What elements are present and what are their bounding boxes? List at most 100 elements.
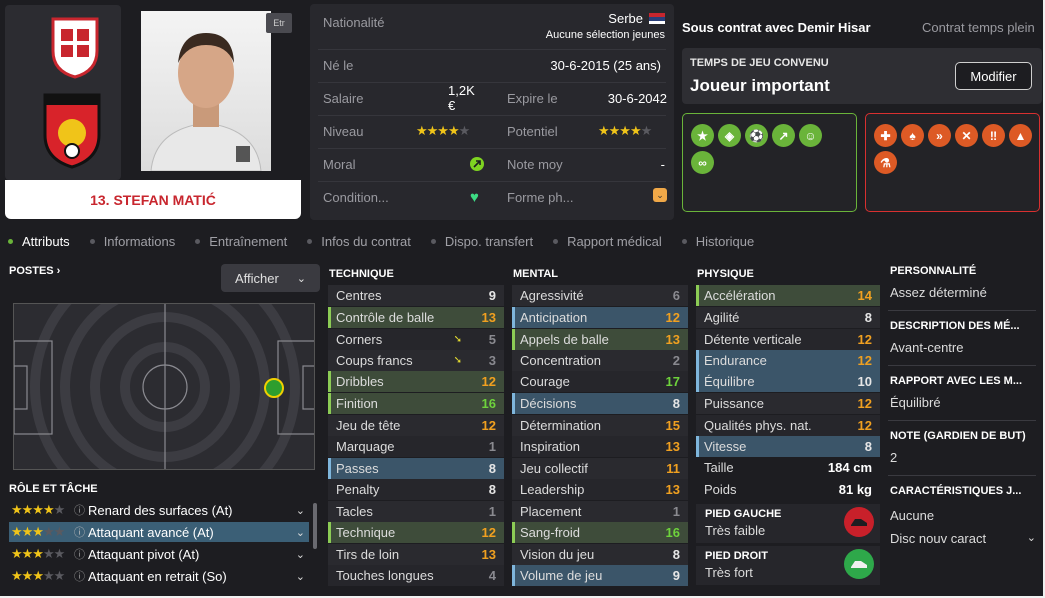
positions-heading[interactable]: POSTES › <box>9 265 60 277</box>
attr-row[interactable]: Qualités phys. nat. 12 <box>696 415 880 436</box>
star-trait-icon[interactable]: ★ <box>691 124 714 147</box>
description-heading: DESCRIPTION DES MÉ... <box>890 320 1020 332</box>
attr-row[interactable]: Vitesse 8 <box>696 436 880 457</box>
attr-row[interactable]: Technique 12 <box>328 522 504 543</box>
attr-row[interactable]: Appels de balle 13 <box>512 329 688 350</box>
attr-row[interactable]: Équilibre 10 <box>696 371 880 392</box>
attr-row[interactable]: Tacles 1 <box>328 501 504 522</box>
chevron-down-icon[interactable]: ⌄ <box>296 548 305 561</box>
attr-row[interactable]: Coups francs ➘ 3 <box>328 350 504 371</box>
personality-heading: PERSONNALITÉ <box>890 265 977 277</box>
link-trait-icon[interactable]: ∞ <box>691 151 714 174</box>
afficher-dropdown[interactable]: Afficher ⌄ <box>221 264 320 292</box>
ball-trait-icon[interactable]: ⚽ <box>745 124 768 147</box>
attr-row[interactable]: Corners ➘ 5 <box>328 329 504 350</box>
info-icon[interactable]: ⓘ <box>74 524 88 540</box>
chevron-down-icon[interactable]: ⌄ <box>296 526 305 539</box>
head-trait-icon[interactable]: ☺ <box>799 124 822 147</box>
attr-row[interactable]: Jeu de tête 12 <box>328 415 504 436</box>
traits-value: Aucune <box>890 508 935 523</box>
positions-pitch <box>13 303 315 470</box>
tab-historique[interactable]: Historique <box>672 234 765 249</box>
attr-row[interactable]: Leadership 13 <box>512 479 688 500</box>
attr-row[interactable]: Dribbles 12 <box>328 371 504 392</box>
info-icon[interactable]: ⓘ <box>74 568 88 584</box>
attr-row[interactable]: Endurance 12 <box>696 350 880 371</box>
attr-row[interactable]: Puissance 12 <box>696 393 880 414</box>
attr-row[interactable]: Accélération 14 <box>696 285 880 306</box>
contract-title: Sous contrat avec Demir Hisar <box>682 20 871 35</box>
level-stars: ★★★ ★ ★ <box>416 123 470 138</box>
info-icon[interactable]: ⓘ <box>74 546 88 562</box>
expire-label: Expire le <box>507 90 558 106</box>
chevron-down-icon[interactable]: ⌄ <box>296 570 305 583</box>
attr-row[interactable]: Finition 16 <box>328 393 504 414</box>
player-profile-screen: Etr 13. STEFAN MATIĆ Nationalité Serbe A… <box>0 0 1043 596</box>
decline-arrow-icon: ➘ <box>453 334 462 345</box>
chevron-down-icon[interactable]: ⌄ <box>296 504 305 517</box>
attr-row[interactable]: Marquage 1 <box>328 436 504 457</box>
stats-icon[interactable]: ‼ <box>982 124 1005 147</box>
attr-row[interactable]: Détente verticale 12 <box>696 329 880 350</box>
serbia-crest-icon <box>51 17 99 79</box>
attr-row[interactable]: Détermination 15 <box>512 415 688 436</box>
attr-row[interactable]: Courage 17 <box>512 371 688 392</box>
role-row[interactable]: ★★★★★ ⓘ Attaquant pivot (At) ⌄ <box>9 544 309 564</box>
left-foot-card: PIED GAUCHE Très faible <box>696 504 880 543</box>
foot-icon[interactable]: ♠ <box>901 124 924 147</box>
attr-row[interactable]: Sang-froid 16 <box>512 522 688 543</box>
attr-row[interactable]: Placement 1 <box>512 501 688 522</box>
trend-trait-icon[interactable]: ↗ <box>772 124 795 147</box>
player-name: 13. STEFAN MATIĆ <box>5 180 301 219</box>
role-row[interactable]: ★★★★★ ⓘ Renard des surfaces (At) ⌄ <box>9 500 309 520</box>
attr-row[interactable]: Concentration 2 <box>512 350 688 371</box>
tab-dispo-transfert[interactable]: Dispo. transfert <box>421 234 543 249</box>
attr-row[interactable]: Touches longues 4 <box>328 565 504 586</box>
foreign-badge: Etr <box>266 13 292 33</box>
salary-value: 1,2K € <box>448 83 475 113</box>
tab-attributs[interactable]: Attributs <box>0 234 80 249</box>
left-boot-icon <box>844 507 874 537</box>
attr-row[interactable]: Volume de jeu 9 <box>512 565 688 586</box>
attr-row[interactable]: Agressivité 6 <box>512 285 688 306</box>
attr-row[interactable]: Centres 9 <box>328 285 504 306</box>
shield-trait-icon[interactable]: ◈ <box>718 124 741 147</box>
tab-rapport-medical[interactable]: Rapport médical <box>543 234 672 249</box>
mental-heading: MENTAL <box>513 268 559 280</box>
weight-row: Poids 81 kg <box>704 482 872 497</box>
attr-row[interactable]: Agilité 8 <box>696 307 880 328</box>
attr-row[interactable]: Décisions 8 <box>512 393 688 414</box>
tab-entrainement[interactable]: Entraînement <box>185 234 297 249</box>
flask-icon[interactable]: ⚗ <box>874 151 897 174</box>
medical-cross-icon[interactable]: ✚ <box>874 124 897 147</box>
role-row[interactable]: ★★★★★ ⓘ Attaquant en retrait (So) ⌄ <box>9 566 309 586</box>
attr-row[interactable]: Passes 8 <box>328 458 504 479</box>
attr-row[interactable]: Penalty 8 <box>328 479 504 500</box>
player-info-panel: Nationalité Serbe Aucune sélection jeune… <box>310 4 674 220</box>
modify-button[interactable]: Modifier <box>955 62 1032 90</box>
attr-row[interactable]: Anticipation 12 <box>512 307 688 328</box>
attr-row[interactable]: Contrôle de balle 13 <box>328 307 504 328</box>
info-icon[interactable]: ⓘ <box>74 502 88 518</box>
new-trait-dropdown[interactable]: Disc nouv caract ⌄ <box>890 531 1038 546</box>
positive-traits-box: ★ ◈ ⚽ ↗ ☺ ∞ <box>682 113 857 212</box>
tab-informations[interactable]: Informations <box>80 234 186 249</box>
position-marker-st <box>264 378 284 398</box>
traits-heading: CARACTÉRISTIQUES J... <box>890 485 1022 497</box>
expire-value: 30-6-2042 <box>607 90 667 106</box>
birth-value: 30-6-2015 (25 ans) <box>550 57 661 73</box>
tab-infos-contrat[interactable]: Infos du contrat <box>297 234 421 249</box>
warning-icon[interactable]: ▲ <box>1009 124 1032 147</box>
injury-icon[interactable]: ✕ <box>955 124 978 147</box>
role-row[interactable]: ★★★★★ ⓘ Attaquant avancé (At) ⌄ <box>9 522 309 542</box>
attr-row[interactable]: Jeu collectif 11 <box>512 458 688 479</box>
attr-row[interactable]: Vision du jeu 8 <box>512 544 688 565</box>
salary-label: Salaire <box>323 90 364 106</box>
roles-scrollbar[interactable] <box>313 503 317 549</box>
attr-row[interactable]: Tirs de loin 13 <box>328 544 504 565</box>
demir-hisar-crest-icon <box>43 93 101 169</box>
relationship-value: Équilibré <box>890 395 941 410</box>
attr-row[interactable]: Inspiration 13 <box>512 436 688 457</box>
right-foot-card: PIED DROIT Très fort <box>696 546 880 585</box>
sprint-icon[interactable]: » <box>928 124 951 147</box>
